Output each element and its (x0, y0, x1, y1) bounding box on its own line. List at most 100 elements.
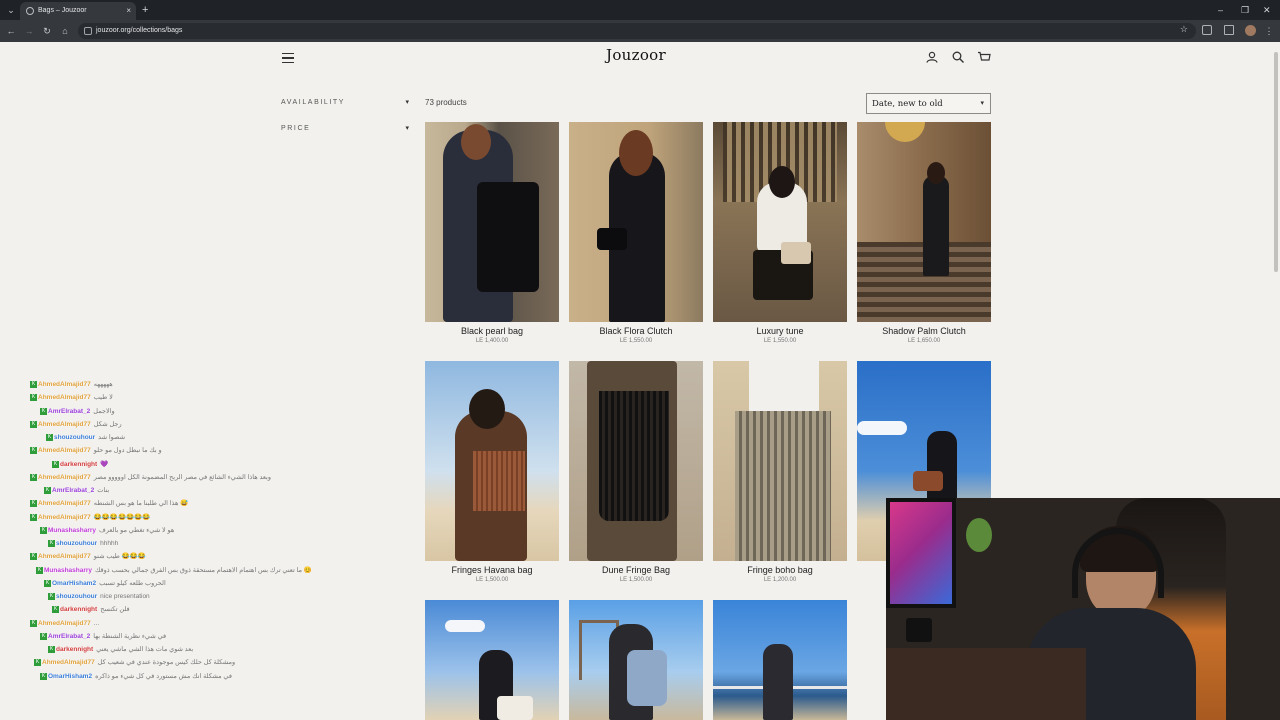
mod-badge-icon: K (34, 659, 41, 667)
address-bar[interactable]: jouzoor.org/collections/bags ☆ (78, 23, 1196, 39)
chat-message: K AmrElrabat_2 والاجمل (30, 405, 330, 418)
product-image[interactable] (713, 122, 847, 322)
chat-text: ومشكلة كل حلك كيس موجودة عندي في شعيب كل (97, 659, 236, 667)
extensions-icon[interactable] (1202, 25, 1212, 35)
chat-username: AhmedAlmajid77 (38, 500, 91, 508)
profile-avatar[interactable] (1245, 25, 1256, 36)
browser-tab[interactable]: Bags – Jouzoor × (20, 2, 136, 20)
product-image[interactable] (713, 361, 847, 561)
product-name[interactable]: Luxury tune (713, 326, 847, 337)
restore-button[interactable]: ❐ (1241, 3, 1249, 17)
bookmark-star-icon[interactable]: ☆ (1180, 24, 1188, 35)
chat-username: darkennight (60, 606, 98, 614)
chat-message: K Munashasharry هو لا شيء تغطي مو بالعرف (30, 524, 330, 537)
chat-message: K AmrElrabat_2 بنات (30, 484, 330, 497)
product-name[interactable]: Dune Fringe Bag (569, 565, 703, 576)
account-icon[interactable] (925, 50, 939, 64)
tab-favicon-icon (26, 7, 34, 15)
close-window-button[interactable]: ✕ (1263, 3, 1271, 17)
product-price: LE 1,650.00 (907, 338, 941, 344)
browser-toolbar: ← → ↻ ⌂ jouzoor.org/collections/bags ☆ ⋮ (0, 20, 1280, 42)
mod-badge-icon: K (48, 646, 55, 653)
mod-badge-icon: K (40, 672, 47, 680)
chat-message: K AhmedAlmajid77 😂😂😂😂😂😂😂 (30, 511, 330, 524)
product-card[interactable] (713, 600, 847, 720)
product-image[interactable] (569, 600, 703, 720)
product-card[interactable] (425, 600, 559, 720)
chat-username: AhmedAlmajid77 (38, 619, 91, 627)
chat-message: K AhmedAlmajid77 طيب شنو 😂😂😂 (30, 550, 330, 563)
chat-text: ما تعني ترك بس اهتمام الاهتمام مستحقة ذو… (95, 566, 312, 574)
product-card[interactable]: Dune Fringe Bag LE 1,500.00 (569, 361, 703, 585)
chat-username: AmrElrabat_2 (48, 407, 91, 415)
chat-message: K AhmedAlmajid77 هذا الي طلبنا ما هو بس ال… (30, 497, 330, 510)
product-card[interactable]: Black Flora Clutch LE 1,550.00 (569, 122, 703, 346)
product-image[interactable] (713, 600, 847, 720)
sidebar-icon[interactable] (1224, 25, 1234, 35)
product-card[interactable]: Shadow Palm Clutch LE 1,650.00 (857, 122, 991, 346)
chat-username: shouzouhour (56, 593, 98, 600)
product-name[interactable]: Fringes Havana bag (425, 565, 559, 576)
cart-icon[interactable] (977, 50, 991, 64)
product-card[interactable] (569, 600, 703, 720)
product-name[interactable]: Black pearl bag (425, 326, 559, 337)
product-name[interactable]: Fringe boho bag (713, 565, 847, 576)
mod-badge-icon: K (52, 606, 59, 614)
product-card[interactable]: Fringes Havana bag LE 1,500.00 (425, 361, 559, 585)
chat-text: شصوا شد (98, 434, 126, 441)
product-card[interactable]: Black pearl bag LE 1,400.00 (425, 122, 559, 346)
mod-badge-icon: K (30, 500, 37, 508)
chevron-down-icon: ▾ (405, 99, 409, 106)
new-tab-button[interactable]: + (142, 2, 148, 18)
product-price: LE 1,500.00 (619, 577, 653, 583)
product-name[interactable]: Black Flora Clutch (569, 326, 703, 337)
menu-icon[interactable] (282, 53, 294, 63)
product-card[interactable]: Luxury tune LE 1,550.00 (713, 122, 847, 346)
product-image[interactable] (425, 122, 559, 322)
browser-menu-icon[interactable]: ⋮ (1263, 24, 1275, 38)
chat-message: Kshouzouhour nice presentation (30, 590, 330, 603)
product-image[interactable] (425, 361, 559, 561)
chat-text: والاجمل (93, 407, 115, 415)
webcam-overlay (886, 498, 1280, 720)
scrollbar-thumb[interactable] (1274, 52, 1278, 272)
mod-badge-icon: K (40, 632, 47, 640)
chat-message: Kshouzouhour hhhhh (30, 537, 330, 550)
chat-text: hhhhh (100, 540, 119, 547)
chat-text: 😂😂😂😂😂😂😂 (93, 513, 151, 521)
chat-message: Kshouzouhour شصوا شد (30, 431, 330, 444)
chat-text: طيب شنو 😂😂😂 (93, 553, 146, 561)
forward-button[interactable]: → (23, 24, 35, 38)
chat-username: OmarHisham2 (48, 672, 93, 680)
webcam-monitor (886, 498, 956, 608)
chat-message: K AhmedAlmajid77 وبعد هاذا الشيء الشائع في… (30, 471, 330, 484)
site-info-icon[interactable] (84, 27, 92, 35)
tab-search-icon[interactable]: ⌄ (4, 3, 18, 17)
chat-text: في شيء نظرية الشنطة بها (93, 632, 167, 640)
minimize-button[interactable]: – (1218, 3, 1223, 17)
chat-message: Kdarkennight فلن تكنسح (30, 603, 330, 616)
filter-availability[interactable]: AVAILABILITY ▾ (281, 96, 411, 110)
product-price: LE 1,200.00 (763, 577, 797, 583)
home-button[interactable]: ⌂ (59, 24, 71, 38)
chat-text: بنات (97, 487, 110, 494)
mod-badge-icon: K (48, 540, 55, 547)
product-name[interactable]: Shadow Palm Clutch (857, 326, 991, 337)
sort-select[interactable]: Date, new to old ▾ (866, 93, 991, 114)
mod-badge-icon: K (30, 553, 37, 561)
product-image[interactable] (569, 122, 703, 322)
product-price: LE 1,550.00 (619, 338, 653, 344)
tab-close-icon[interactable]: × (126, 5, 131, 17)
back-button[interactable]: ← (5, 24, 17, 38)
product-card[interactable]: Fringe boho bag LE 1,200.00 (713, 361, 847, 585)
product-image[interactable] (857, 122, 991, 322)
product-image[interactable] (425, 600, 559, 720)
url-text[interactable]: jouzoor.org/collections/bags (96, 25, 182, 37)
filter-price[interactable]: PRICE ▾ (281, 122, 411, 136)
store-logo[interactable]: Jouzoor (560, 46, 712, 64)
product-image[interactable] (569, 361, 703, 561)
chat-message: K AhmedAlmajid77 و بك ما نبطل دول مو حلو (30, 444, 330, 457)
search-icon[interactable] (951, 50, 965, 64)
chat-username: AhmedAlmajid77 (38, 394, 91, 402)
reload-button[interactable]: ↻ (41, 24, 53, 38)
